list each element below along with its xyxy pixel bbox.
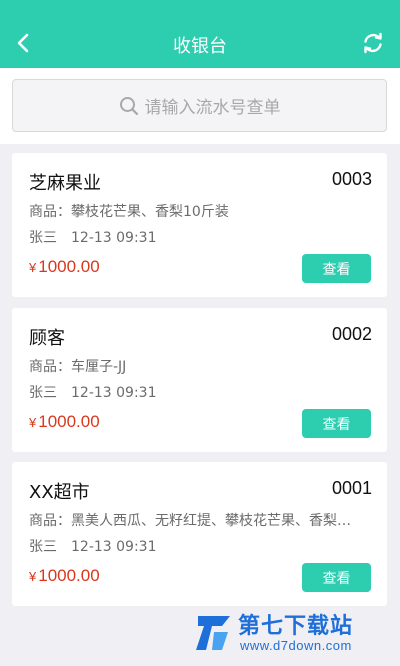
order-goods: 商品：攀枝花芒果、香梨10斤装	[29, 204, 229, 220]
currency-symbol: ¥	[29, 415, 37, 430]
order-time: 12-13 09:31	[71, 539, 157, 555]
watermark-logo-icon	[196, 616, 230, 650]
site-watermark: 第七下载站 www.d7down.com	[192, 608, 392, 656]
top-bar: 收银台	[0, 0, 400, 68]
search-placeholder: 请输入流水号查单	[144, 98, 281, 118]
order-meta: 张三 12-13 09:31	[29, 227, 156, 247]
order-amount: ¥1000.00	[29, 257, 100, 277]
search-input[interactable]: 请输入流水号查单	[12, 79, 387, 132]
order-cashier: 张三	[29, 230, 57, 246]
refresh-button[interactable]	[360, 30, 386, 56]
order-time: 12-13 09:31	[71, 385, 157, 401]
order-goods: 商品：车厘子-JJ	[29, 359, 127, 375]
order-cashier: 张三	[29, 539, 57, 555]
order-number: 0002	[331, 324, 372, 344]
order-meta: 张三 12-13 09:31	[29, 382, 156, 402]
order-time: 12-13 09:31	[71, 230, 157, 246]
view-button[interactable]: 查看	[302, 563, 371, 592]
watermark-url: www.d7down.com	[240, 638, 352, 653]
order-amount-value: 1000.00	[38, 257, 100, 276]
search-icon	[119, 96, 138, 115]
order-amount: ¥1000.00	[29, 412, 100, 432]
order-amount: ¥1000.00	[29, 566, 100, 586]
order-customer-name: XX超市	[29, 482, 90, 503]
order-number: 0001	[331, 478, 372, 498]
order-meta: 张三 12-13 09:31	[29, 536, 156, 556]
currency-symbol: ¥	[29, 260, 37, 275]
page-title: 收银台	[173, 36, 227, 57]
search-area: 请输入流水号查单	[0, 68, 400, 144]
order-cashier: 张三	[29, 385, 57, 401]
view-button[interactable]: 查看	[302, 254, 371, 283]
order-card: XX超市 0001 商品：黑美人西瓜、无籽红提、攀枝花芒果、香梨… 张三 12-1…	[12, 462, 387, 606]
order-goods: 商品：黑美人西瓜、无籽红提、攀枝花芒果、香梨…	[29, 513, 351, 529]
currency-symbol: ¥	[29, 569, 37, 584]
view-button[interactable]: 查看	[302, 409, 371, 438]
order-customer-name: 顾客	[29, 328, 65, 349]
order-number: 0003	[331, 169, 372, 189]
order-amount-value: 1000.00	[38, 412, 100, 431]
order-card: 顾客 0002 商品：车厘子-JJ 张三 12-13 09:31 ¥1000.00…	[12, 308, 387, 452]
order-amount-value: 1000.00	[38, 566, 100, 585]
watermark-title: 第七下载站	[238, 614, 354, 639]
order-customer-name: 芝麻果业	[29, 173, 101, 194]
refresh-icon	[364, 32, 382, 54]
order-card: 芝麻果业 0003 商品：攀枝花芒果、香梨10斤装 张三 12-13 09:31 …	[12, 153, 387, 297]
